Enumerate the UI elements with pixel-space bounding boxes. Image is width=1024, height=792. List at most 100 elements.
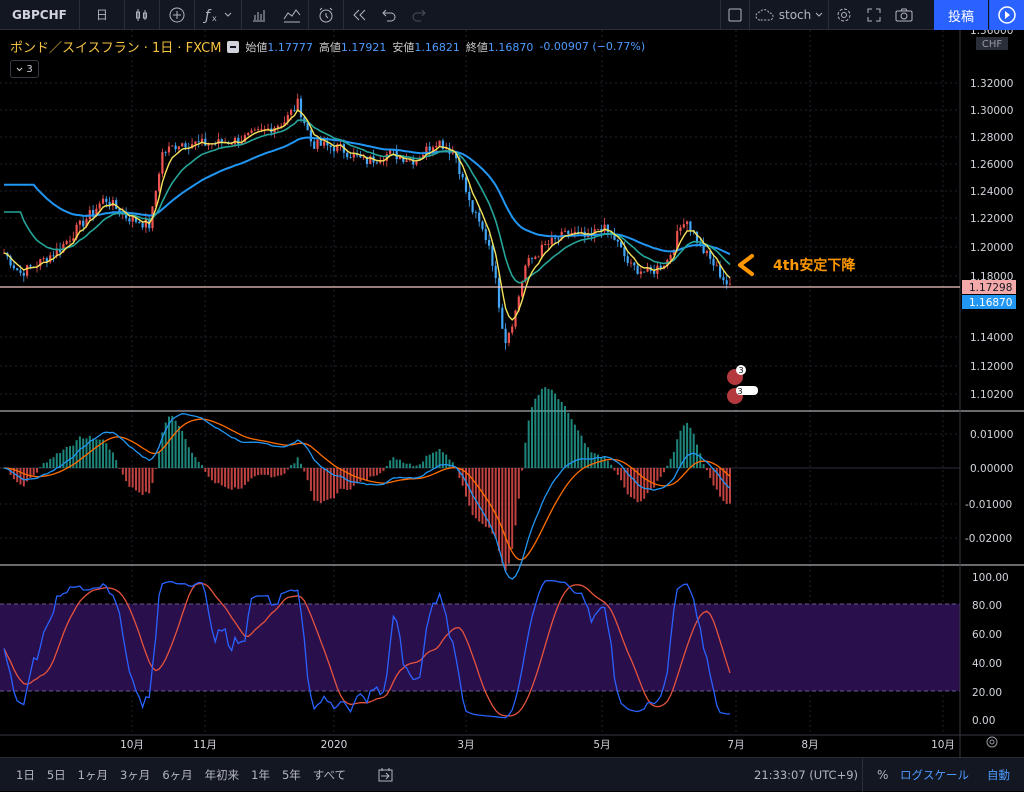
macd-hist-bar (22, 468, 25, 487)
annotation-arrow-icon[interactable] (738, 254, 754, 276)
macd-hist-bar (531, 407, 533, 468)
macd-hist-bar (445, 454, 448, 468)
candle-style-icon[interactable] (125, 0, 159, 30)
macd-hist-bar (323, 468, 326, 501)
range-3m[interactable]: 3ヶ月 (114, 767, 156, 783)
alert-clock-icon[interactable] (309, 0, 343, 30)
range-1m[interactable]: 1ヶ月 (72, 767, 114, 783)
macd-hist-bar (39, 467, 42, 468)
range-6m[interactable]: 6ヶ月 (156, 767, 198, 783)
compare-icon[interactable] (160, 0, 194, 30)
candle-body (643, 271, 646, 273)
gear-icon[interactable] (829, 0, 859, 30)
post-idea-button[interactable]: 投稿 (934, 0, 988, 30)
candle-body (540, 244, 543, 257)
candle-body (158, 173, 161, 192)
macd-hist-bar (402, 462, 405, 468)
financials-icon[interactable] (242, 0, 276, 30)
range-5y[interactable]: 5年 (276, 767, 307, 783)
macd-hist-bar (554, 393, 557, 468)
play-icon (998, 6, 1016, 24)
macd-hist-bar (138, 468, 141, 493)
clock[interactable]: 21:33:07 (UTC+9) (754, 768, 858, 782)
save-layout-button[interactable]: stoch (750, 0, 828, 30)
chart-area[interactable]: 4th安定下降 3 3 1.36000 1.32000 1.30000 1.28000… (0, 25, 1024, 757)
macd-hist-bar (92, 438, 95, 468)
layout-square-icon[interactable] (721, 0, 749, 30)
stoch-axis[interactable]: 100.00 80.00 60.00 40.00 20.00 0.00 (972, 572, 1009, 727)
candle-body (428, 146, 431, 151)
close-value: 1.16870 (487, 40, 534, 54)
macd-hist-bar (425, 455, 428, 468)
macd-hist-bar (590, 452, 593, 468)
candle-body (669, 254, 672, 260)
macd-axis[interactable]: 0.01000 0.00000 -0.01000 -0.02000 (965, 429, 1013, 545)
macd-hist-bar (293, 463, 296, 468)
macd-hist-bar (630, 468, 632, 498)
macd-hist-bar (260, 468, 263, 475)
macd-hist-bar (705, 468, 708, 471)
redo-icon[interactable] (404, 0, 434, 30)
macd-hist-bar (115, 460, 118, 468)
interval-button[interactable]: 日 (80, 0, 124, 30)
goto-date-icon[interactable] (378, 767, 394, 786)
low-value: 1.16821 (414, 40, 460, 54)
fullscreen-icon[interactable] (859, 0, 889, 30)
time-axis[interactable]: 10月 11月 2020 3月 5月 7月 8月 10月 (120, 739, 955, 751)
macd-hist-bar (399, 459, 401, 468)
candlestick-series (2, 93, 732, 350)
range-ytd[interactable]: 年初来 (199, 767, 246, 783)
macd-hist-bar (616, 468, 619, 475)
log-scale-toggle[interactable]: ログスケール (900, 767, 969, 783)
auto-scale-toggle[interactable]: 自動 (987, 767, 1010, 783)
legend-title[interactable]: ポンド／スイスフラン · 1日 · FXCM (10, 37, 221, 56)
candle-body (596, 228, 600, 230)
range-1d[interactable]: 1日 (10, 767, 41, 783)
macd-hist-bar (408, 463, 411, 468)
legend-collapse-button[interactable]: 3 (10, 60, 39, 78)
range-all[interactable]: すべて (307, 767, 352, 783)
candle-body (181, 143, 184, 147)
macd-hist-bar (210, 468, 213, 481)
time-tick-label: 10月 (120, 739, 144, 751)
range-1y[interactable]: 1年 (245, 767, 276, 783)
range-5d[interactable]: 5日 (41, 767, 72, 783)
macd-hist-bar (273, 468, 276, 477)
macd-hist-bar (643, 468, 646, 499)
candle-body (682, 224, 685, 228)
chart-svg[interactable]: 4th安定下降 3 3 1.36000 1.32000 1.30000 1.28000… (0, 25, 1024, 757)
macd-hist-bar (148, 468, 151, 494)
candle-body (689, 221, 692, 231)
axis-settings-gear-icon[interactable] (986, 736, 998, 748)
annotation-text[interactable]: 4th安定下降 (773, 257, 856, 274)
indicators-icon[interactable]: ƒx (195, 0, 241, 30)
macd-hist-bar (537, 394, 540, 468)
candle-body (481, 221, 484, 230)
price-axis[interactable]: 1.36000 1.32000 1.30000 1.28000 1.26000 1.240… (970, 25, 1013, 401)
macd-hist-bar (481, 468, 484, 524)
time-tick-label: 3月 (457, 739, 474, 751)
macd-hist-bar (55, 453, 58, 468)
candle-body (405, 160, 408, 163)
templates-icon[interactable] (276, 0, 308, 30)
undo-icon[interactable] (374, 0, 404, 30)
macd-hist-bar (606, 460, 609, 468)
visibility-eye-icon[interactable] (227, 40, 240, 53)
macd-hist-bar (666, 465, 669, 468)
candle-body (105, 198, 108, 202)
macd-hist-bar (422, 461, 425, 468)
symbol-search-button[interactable]: GBPCHF (0, 0, 79, 30)
bottom-toolbar: 1日 5日 1ヶ月 3ヶ月 6ヶ月 年初来 1年 5年 すべて 21:33:07… (0, 757, 1024, 792)
macd-hist-bar (722, 468, 725, 502)
date-range-buttons: 1日 5日 1ヶ月 3ヶ月 6ヶ月 年初来 1年 5年 すべて (0, 767, 352, 783)
replay-icon[interactable] (344, 0, 374, 30)
event-badge[interactable]: 3 (727, 365, 746, 385)
legend-close: 終値1.16870 (466, 39, 534, 55)
candle-body (230, 143, 233, 145)
candle-body (461, 174, 464, 178)
camera-icon[interactable] (889, 0, 919, 30)
percent-toggle[interactable]: % (877, 768, 888, 782)
macd-hist-bar (300, 463, 302, 468)
publish-play-button[interactable] (989, 0, 1024, 30)
event-badge[interactable]: 3 (727, 386, 758, 404)
